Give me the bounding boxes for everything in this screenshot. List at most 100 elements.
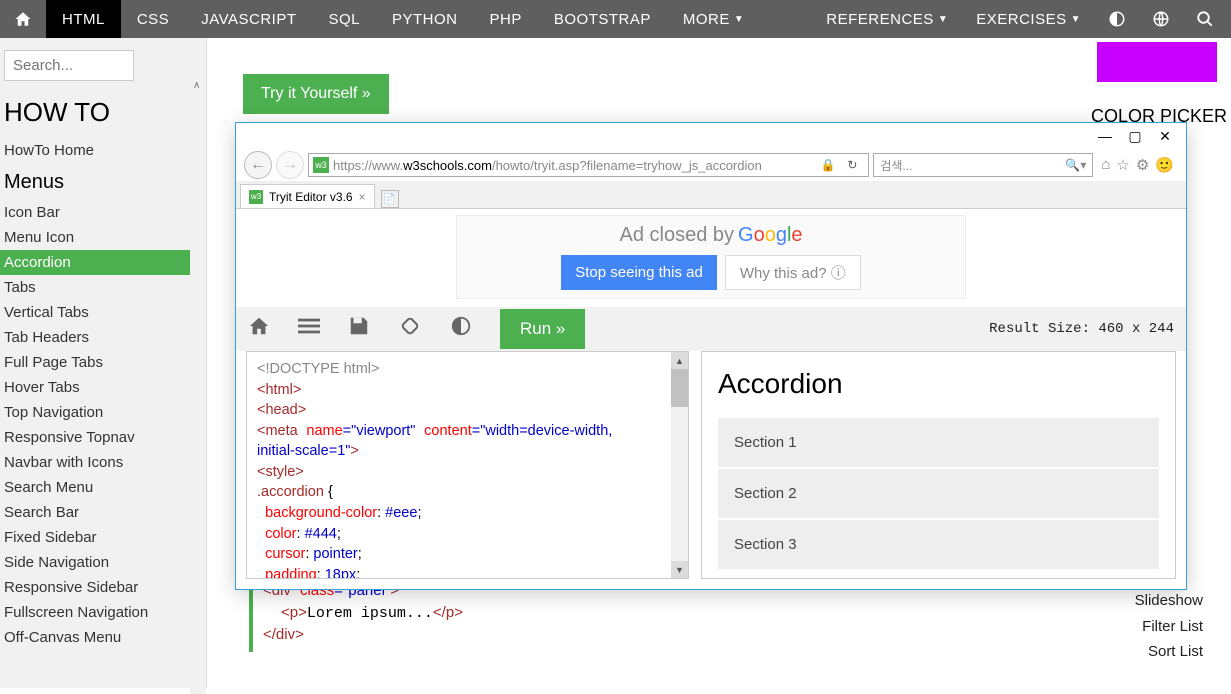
scroll-down-icon[interactable]: ▼	[671, 561, 688, 578]
link-sort-list[interactable]: Sort List	[1135, 639, 1203, 665]
code-scrollbar[interactable]: ▲ ▼	[671, 352, 688, 578]
accordion-section-1[interactable]: Section 1	[718, 418, 1159, 467]
editor-body: Ad closed by Google Stop seeing this ad …	[236, 209, 1186, 589]
sidebar-item-off-canvas-menu[interactable]: Off-Canvas Menu	[0, 625, 206, 650]
home-icon[interactable]	[248, 315, 270, 343]
tab-favicon-icon: w3	[249, 190, 263, 204]
accordion-section-2[interactable]: Section 2	[718, 469, 1159, 518]
sidebar-item-accordion[interactable]: Accordion	[0, 250, 206, 275]
stop-seeing-ad-button[interactable]: Stop seeing this ad	[561, 255, 717, 290]
link-filter-list[interactable]: Filter List	[1135, 614, 1203, 640]
nav-left: HTML CSS JAVASCRIPT SQL PYTHON PHP BOOTS…	[0, 0, 812, 38]
sidebar-item-navbar-with-icons[interactable]: Navbar with Icons	[0, 450, 206, 475]
nav-more-label: MORE	[683, 11, 730, 28]
sidebar-item-vertical-tabs[interactable]: Vertical Tabs	[0, 300, 206, 325]
nav-python[interactable]: PYTHON	[376, 0, 474, 38]
run-button[interactable]: Run »	[500, 309, 585, 349]
sidebar-item-responsive-sidebar[interactable]: Responsive Sidebar	[0, 575, 206, 600]
scroll-up-icon: ∧	[193, 80, 200, 91]
nav-css[interactable]: CSS	[121, 0, 185, 38]
tab-close-icon[interactable]: ×	[359, 190, 366, 204]
settings-icon[interactable]: ⚙	[1136, 156, 1149, 174]
rotate-icon[interactable]	[398, 314, 422, 344]
editor-panes: <!DOCTYPE html> <html> <head> <meta name…	[236, 351, 1186, 589]
result-size-label: Result Size: 460 x 244	[989, 321, 1174, 337]
preview-title: Accordion	[718, 368, 1159, 400]
search-icon[interactable]	[1183, 0, 1227, 38]
nav-more[interactable]: MORE ▼	[667, 0, 760, 38]
home-icon[interactable]	[0, 0, 46, 38]
back-button[interactable]: ←	[244, 151, 272, 179]
scroll-up-icon[interactable]: ▲	[671, 352, 688, 369]
why-this-ad-button[interactable]: Why this ad? ⓘ	[725, 255, 861, 290]
sidebar-howto-home[interactable]: HowTo Home	[0, 138, 206, 163]
why-ad-label: Why this ad?	[740, 265, 827, 282]
sidebar-menus-heading: Menus	[0, 163, 206, 200]
sidebar-item-full-page-tabs[interactable]: Full Page Tabs	[0, 350, 206, 375]
favorites-icon[interactable]: ☆	[1116, 156, 1129, 174]
globe-icon[interactable]	[1139, 0, 1183, 38]
favicon-icon: w3	[313, 157, 329, 173]
nav-sql[interactable]: SQL	[312, 0, 376, 38]
editor-toolbar: Run » Result Size: 460 x 244	[236, 307, 1186, 351]
menu-icon[interactable]	[298, 315, 320, 343]
search-dropdown-icon: 🔍▾	[1065, 158, 1086, 172]
tab-title: Tryit Editor v3.6	[269, 190, 353, 204]
sidebar-item-tab-headers[interactable]: Tab Headers	[0, 325, 206, 350]
top-navigation: HTML CSS JAVASCRIPT SQL PYTHON PHP BOOTS…	[0, 0, 1231, 38]
accordion-section-3[interactable]: Section 3	[718, 520, 1159, 569]
browser-tab[interactable]: w3 Tryit Editor v3.6 ×	[240, 184, 375, 208]
try-it-yourself-button[interactable]: Try it Yourself »	[243, 74, 389, 114]
caret-down-icon: ▼	[938, 14, 948, 25]
theme-icon[interactable]	[450, 315, 472, 343]
nav-html[interactable]: HTML	[46, 0, 121, 38]
window-maximize-button[interactable]: ▢	[1120, 128, 1150, 145]
nav-right: REFERENCES▼ EXERCISES▼	[812, 0, 1231, 38]
sidebar-item-menu-icon[interactable]: Menu Icon	[0, 225, 206, 250]
nav-javascript[interactable]: JAVASCRIPT	[185, 0, 312, 38]
sidebar-heading: HOW TO	[0, 89, 206, 138]
nav-exercises[interactable]: EXERCISES▼	[962, 11, 1095, 28]
caret-down-icon: ▼	[734, 14, 744, 25]
save-icon[interactable]	[348, 315, 370, 343]
window-minimize-button[interactable]: —	[1090, 128, 1120, 144]
browser-toolbar-icons: ⌂ ☆ ⚙ 🙂	[1097, 156, 1178, 174]
forward-button[interactable]: →	[276, 151, 304, 179]
nav-php[interactable]: PHP	[474, 0, 538, 38]
window-close-button[interactable]: ✕	[1150, 128, 1180, 145]
browser-search-input[interactable]: 검색... 🔍▾	[873, 153, 1093, 177]
search-placeholder: 검색...	[880, 157, 912, 174]
browser-tabstrip: w3 Tryit Editor v3.6 × 📄	[236, 181, 1186, 209]
nav-bootstrap[interactable]: BOOTSTRAP	[538, 0, 667, 38]
smiley-icon[interactable]: 🙂	[1155, 156, 1174, 174]
preview-pane: Accordion Section 1 Section 2 Section 3	[701, 351, 1176, 579]
sidebar-search-input[interactable]	[4, 50, 134, 81]
url-protocol: https://www.	[333, 158, 403, 173]
sidebar-item-responsive-topnav[interactable]: Responsive Topnav	[0, 425, 206, 450]
scroll-thumb[interactable]	[671, 369, 688, 407]
refresh-icon[interactable]: ↻	[840, 158, 864, 172]
theme-toggle-icon[interactable]	[1095, 0, 1139, 38]
ad-notice: Ad closed by Google Stop seeing this ad …	[456, 215, 966, 299]
ad-banner[interactable]	[1097, 42, 1217, 82]
sidebar-item-hover-tabs[interactable]: Hover Tabs	[0, 375, 206, 400]
new-tab-button[interactable]: 📄	[381, 190, 399, 208]
url-field[interactable]: w3 https://www.w3schools.com/howto/tryit…	[308, 153, 869, 177]
sidebar-item-fixed-sidebar[interactable]: Fixed Sidebar	[0, 525, 206, 550]
howto-links: Slideshow Filter List Sort List	[1135, 588, 1203, 665]
sidebar-item-icon-bar[interactable]: Icon Bar	[0, 200, 206, 225]
sidebar-item-search-bar[interactable]: Search Bar	[0, 500, 206, 525]
home-icon[interactable]: ⌂	[1101, 156, 1110, 174]
caret-down-icon: ▼	[1071, 14, 1081, 25]
sidebar-item-top-navigation[interactable]: Top Navigation	[0, 400, 206, 425]
sidebar-item-fullscreen-navigation[interactable]: Fullscreen Navigation	[0, 600, 206, 625]
sidebar-scrollbar[interactable]: ∧	[190, 74, 206, 694]
link-slideshow[interactable]: Slideshow	[1135, 588, 1203, 614]
code-editor[interactable]: <!DOCTYPE html> <html> <head> <meta name…	[246, 351, 689, 579]
sidebar-item-tabs[interactable]: Tabs	[0, 275, 206, 300]
google-logo: Google	[738, 224, 803, 247]
nav-references[interactable]: REFERENCES▼	[812, 11, 962, 28]
info-icon: ⓘ	[831, 265, 846, 282]
sidebar-item-side-navigation[interactable]: Side Navigation	[0, 550, 206, 575]
sidebar-item-search-menu[interactable]: Search Menu	[0, 475, 206, 500]
